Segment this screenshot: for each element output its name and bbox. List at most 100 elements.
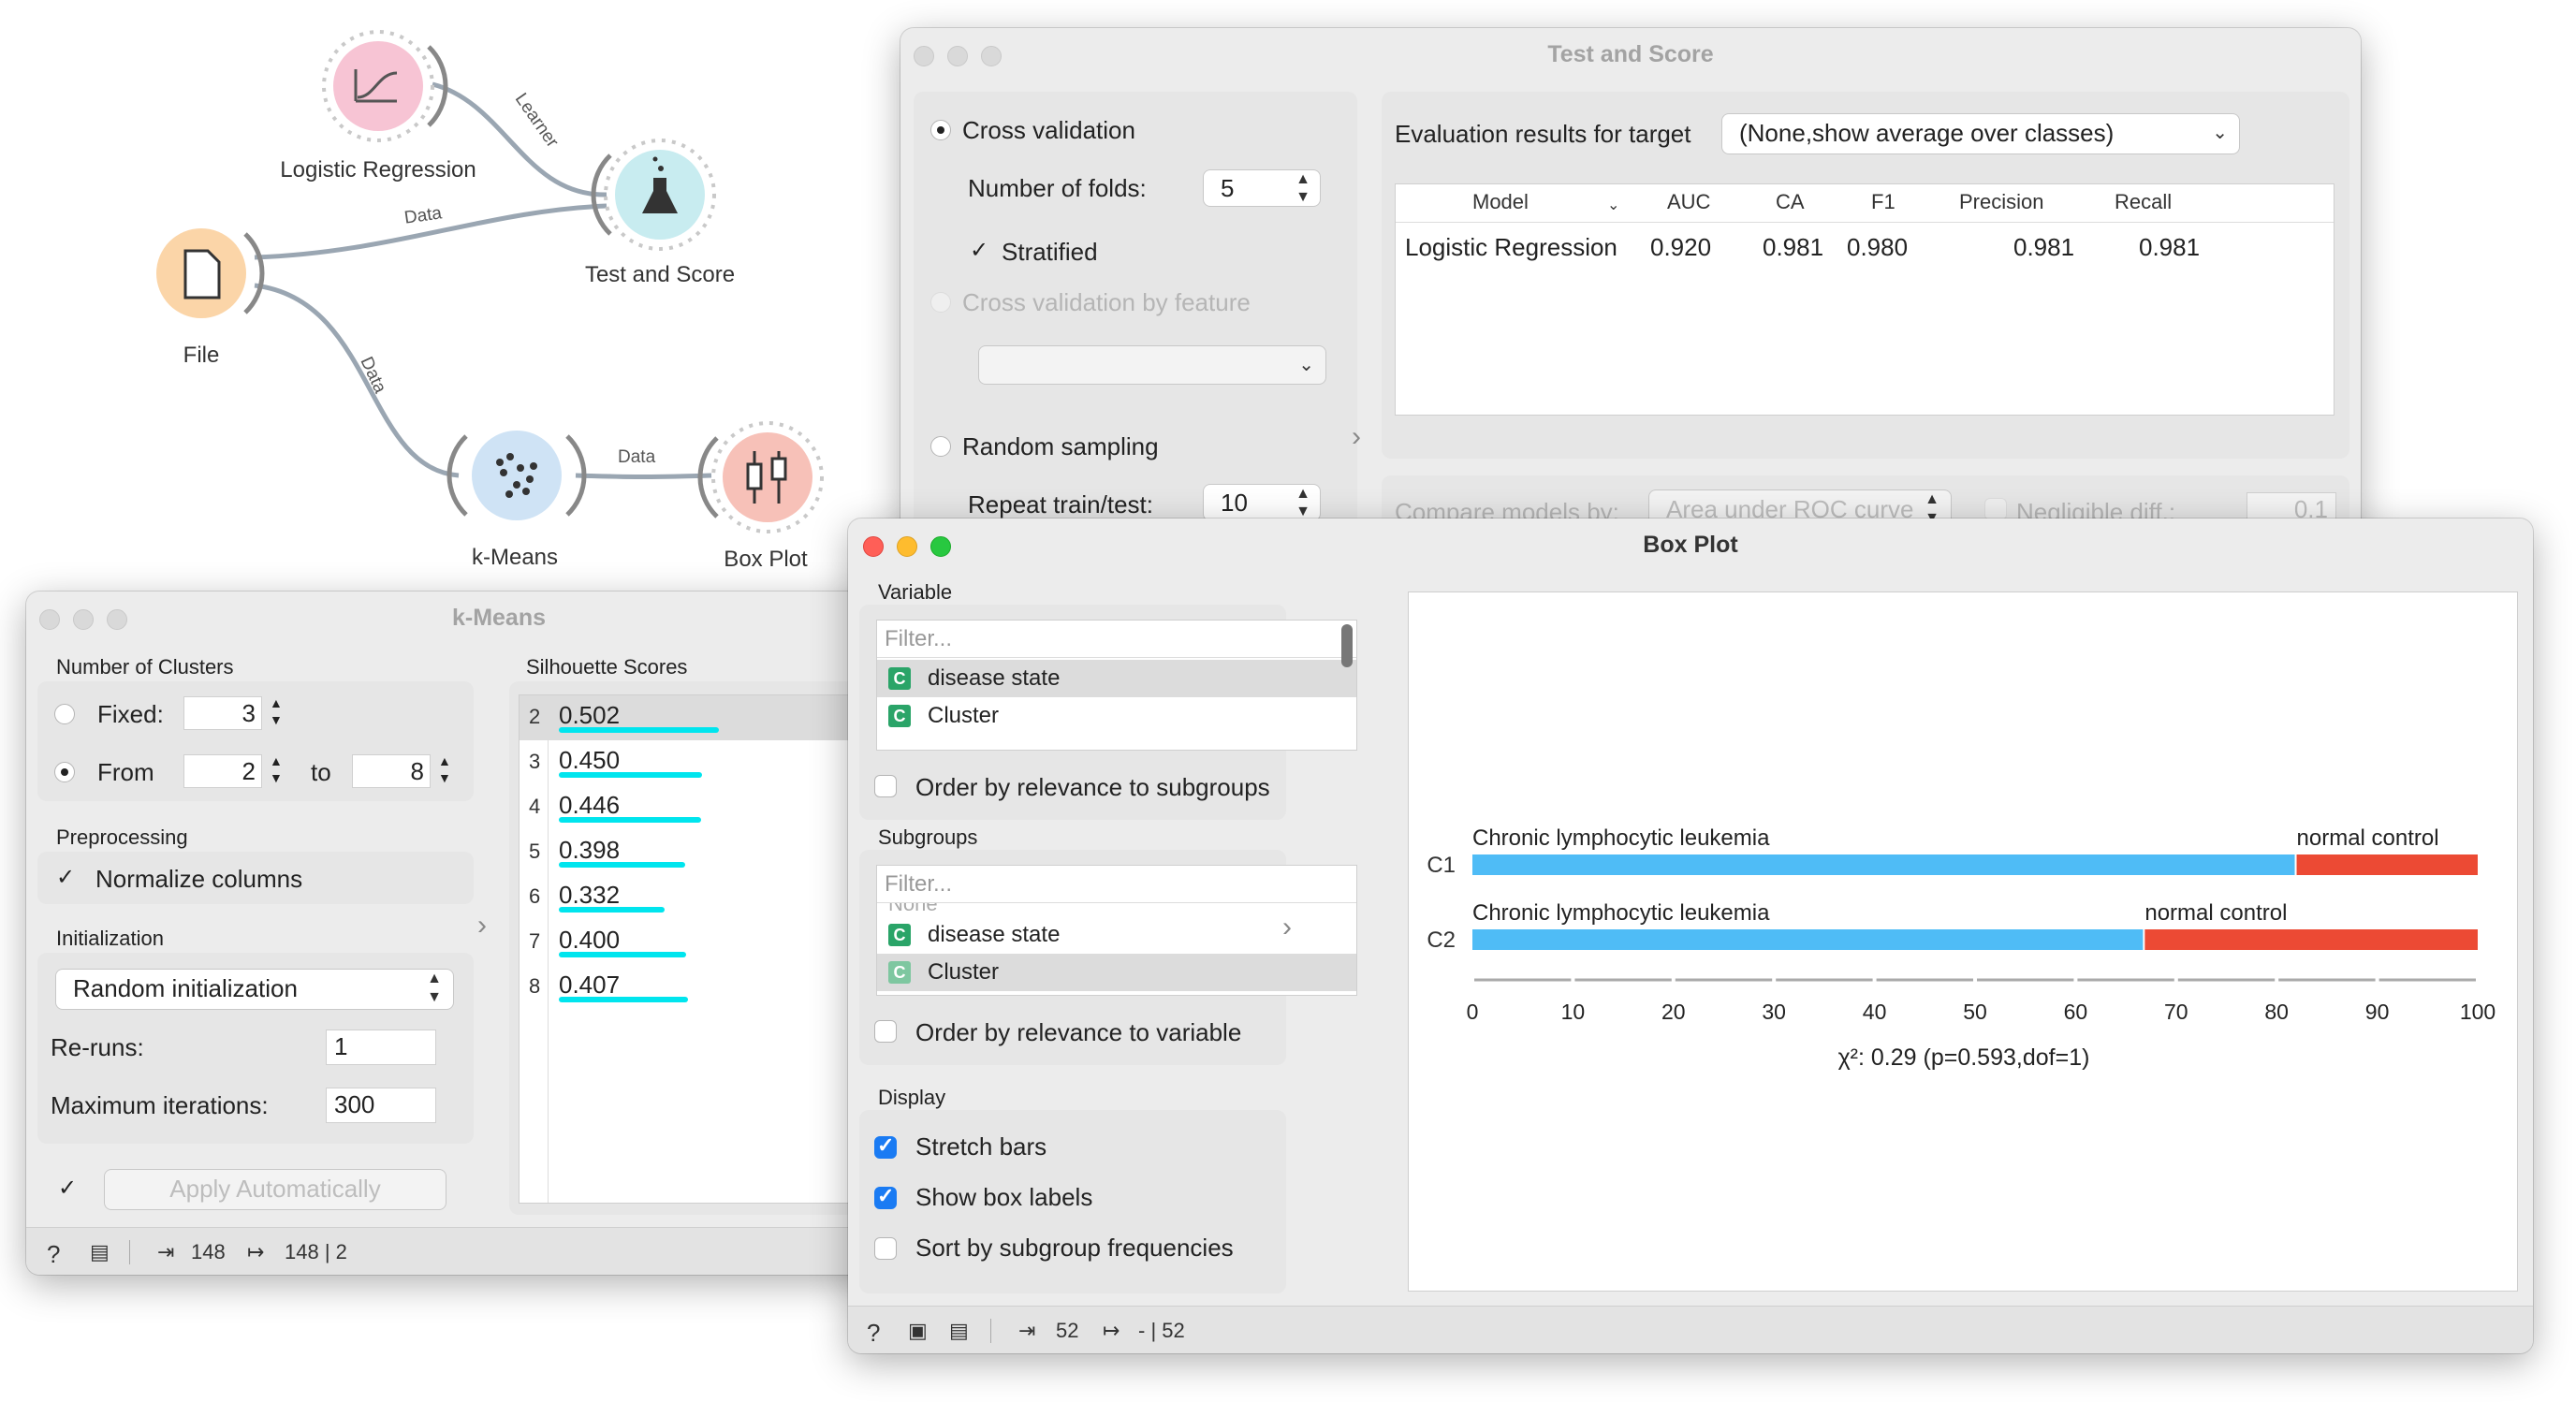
show-box-labels-checkbox[interactable] xyxy=(874,1184,897,1209)
chevron-right-icon[interactable]: › xyxy=(477,910,487,942)
list-item[interactable]: Cdisease state xyxy=(877,660,1356,697)
auto-apply-checkmark-icon[interactable]: ✓ xyxy=(56,1177,79,1200)
reruns-input[interactable]: 1 xyxy=(326,1030,436,1065)
spinner-arrows-icon[interactable]: ▲ ▼ xyxy=(1295,170,1310,206)
stretch-bars-checkbox[interactable] xyxy=(874,1133,897,1159)
folds-spinner[interactable]: 5 ▲ ▼ xyxy=(1204,170,1320,206)
x-tick-label: 60 xyxy=(2064,1000,2088,1024)
column-header-ca[interactable]: CA xyxy=(1776,190,1805,214)
cluster-count: 4 xyxy=(529,795,541,818)
categorical-icon: C xyxy=(888,667,911,690)
list-item[interactable]: C Cluster xyxy=(877,697,1356,735)
report-icon[interactable]: ▤ xyxy=(90,1240,110,1264)
cv-by-feature-radio[interactable] xyxy=(930,292,951,313)
eval-target-select[interactable]: (None,show average over classes) ⌄ xyxy=(1722,114,2239,153)
spinner-arrows-icon[interactable]: ▲ ▼ xyxy=(438,752,451,786)
help-icon[interactable]: ? xyxy=(867,1319,880,1348)
column-header-model[interactable]: Model xyxy=(1472,190,1529,214)
close-window-button[interactable] xyxy=(914,46,934,66)
categorical-icon: C xyxy=(888,924,911,946)
from-radio[interactable] xyxy=(54,762,75,782)
column-header-recall[interactable]: Recall xyxy=(2115,190,2172,214)
cluster-count: 6 xyxy=(529,884,541,908)
help-icon[interactable]: ? xyxy=(47,1240,60,1269)
zoom-window-button[interactable] xyxy=(107,609,127,630)
zoom-window-button[interactable] xyxy=(930,536,951,557)
list-item[interactable]: C Cluster xyxy=(877,954,1356,991)
random-sampling-radio[interactable] xyxy=(930,436,951,457)
results-table: Model ⌄ AUC CA F1 Precision Recall Logis… xyxy=(1395,183,2334,416)
zoom-window-button[interactable] xyxy=(981,46,1002,66)
chevron-right-icon[interactable]: › xyxy=(1282,912,1292,943)
column-header-precision[interactable]: Precision xyxy=(1959,190,2043,214)
node-kmeans[interactable] xyxy=(446,431,587,520)
window-title: Box Plot xyxy=(1643,532,1738,558)
save-icon[interactable]: ▣ xyxy=(908,1319,928,1343)
variable-list[interactable]: Filter... Cdisease state C Cluster xyxy=(876,620,1357,751)
node-file[interactable] xyxy=(156,228,265,318)
apply-button[interactable]: Apply Automatically xyxy=(105,1170,446,1209)
silhouette-bar xyxy=(559,907,665,913)
minimize-window-button[interactable] xyxy=(73,609,94,630)
silhouette-value: 0.400 xyxy=(559,926,621,954)
minimize-window-button[interactable] xyxy=(897,536,917,557)
edge-label-data-box: Data xyxy=(618,447,656,467)
spinner-arrows-icon[interactable]: ▲ ▼ xyxy=(270,694,283,728)
preprocessing-box: ✓ Normalize columns xyxy=(37,852,474,904)
column-header-auc[interactable]: AUC xyxy=(1667,190,1710,214)
folds-label: Number of folds: xyxy=(968,174,1147,202)
silhouette-bar xyxy=(559,862,685,868)
cv-by-feature-label: Cross validation by feature xyxy=(962,288,1251,316)
status-bar: ? ▤ ⇥ 148 ↦ 148 | 2 xyxy=(26,1227,972,1275)
node-test-and-score[interactable] xyxy=(591,139,716,251)
close-window-button[interactable] xyxy=(39,609,60,630)
sort-freq-checkbox[interactable] xyxy=(874,1237,897,1260)
preprocessing-heading: Preprocessing xyxy=(56,825,188,849)
spinner-arrows-icon[interactable]: ▲ ▼ xyxy=(1295,485,1310,520)
negligible-checkbox[interactable] xyxy=(1984,498,2007,520)
fixed-input[interactable]: 3 xyxy=(183,696,262,730)
subgroups-filter-input[interactable]: Filter... xyxy=(877,866,1356,903)
column-header-f1[interactable]: F1 xyxy=(1871,190,1895,214)
chevron-down-icon[interactable]: ⌄ xyxy=(1607,196,1619,214)
node-logistic-regression[interactable] xyxy=(322,30,448,142)
x-tick-label: 40 xyxy=(1863,1000,1887,1024)
variable-filter-input[interactable]: Filter... xyxy=(877,621,1356,658)
maxiter-input[interactable]: 300 xyxy=(326,1088,436,1123)
order-variable-checkbox[interactable] xyxy=(874,1020,897,1043)
feature-select[interactable]: ⌄ xyxy=(979,346,1325,384)
link-data-file-kmeans[interactable] xyxy=(254,283,460,478)
spinner-arrows-icon[interactable]: ▲ ▼ xyxy=(270,752,283,786)
cross-validation-radio[interactable] xyxy=(930,120,951,140)
display-heading: Display xyxy=(878,1086,946,1109)
bar-segment xyxy=(1472,929,2144,950)
scrollbar[interactable] xyxy=(1341,624,1353,667)
initialization-heading: Initialization xyxy=(56,927,164,950)
x-tick-label: 70 xyxy=(2164,1000,2188,1024)
silhouette-value: 0.332 xyxy=(559,881,621,909)
order-subgroups-checkbox[interactable] xyxy=(874,775,897,797)
init-select[interactable]: Random initialization ▲ ▼ xyxy=(56,970,453,1009)
close-window-button[interactable] xyxy=(863,536,884,557)
subgroups-heading: Subgroups xyxy=(878,825,978,849)
fixed-radio[interactable] xyxy=(54,704,75,724)
to-input[interactable]: 8 xyxy=(352,754,431,788)
link-data-kmeans-box[interactable] xyxy=(575,473,712,479)
output-count: 148 | 2 xyxy=(285,1240,347,1263)
node-label-logistic-regression: Logistic Regression xyxy=(280,157,476,183)
node-box-plot[interactable] xyxy=(697,421,824,533)
stratified-checkmark-icon[interactable]: ✓ xyxy=(968,240,990,262)
input-count: 148 xyxy=(191,1240,226,1263)
plot-area[interactable]: C1 Chronic lymphocytic leukemia normal con… xyxy=(1408,591,2518,1292)
folds-value: 5 xyxy=(1221,174,1235,202)
silhouette-heading: Silhouette Scores xyxy=(526,655,688,679)
silhouette-bar xyxy=(559,952,686,957)
repeat-spinner[interactable]: 10 ▲ ▼ xyxy=(1204,485,1320,520)
from-input[interactable]: 2 xyxy=(183,754,262,788)
normalize-checkmark-icon[interactable]: ✓ xyxy=(54,867,77,889)
chevron-right-icon[interactable]: › xyxy=(1352,421,1361,453)
minimize-window-button[interactable] xyxy=(947,46,968,66)
report-icon[interactable]: ▤ xyxy=(949,1319,969,1343)
cluster-count: 7 xyxy=(529,929,541,953)
categorical-icon: C xyxy=(888,961,911,984)
